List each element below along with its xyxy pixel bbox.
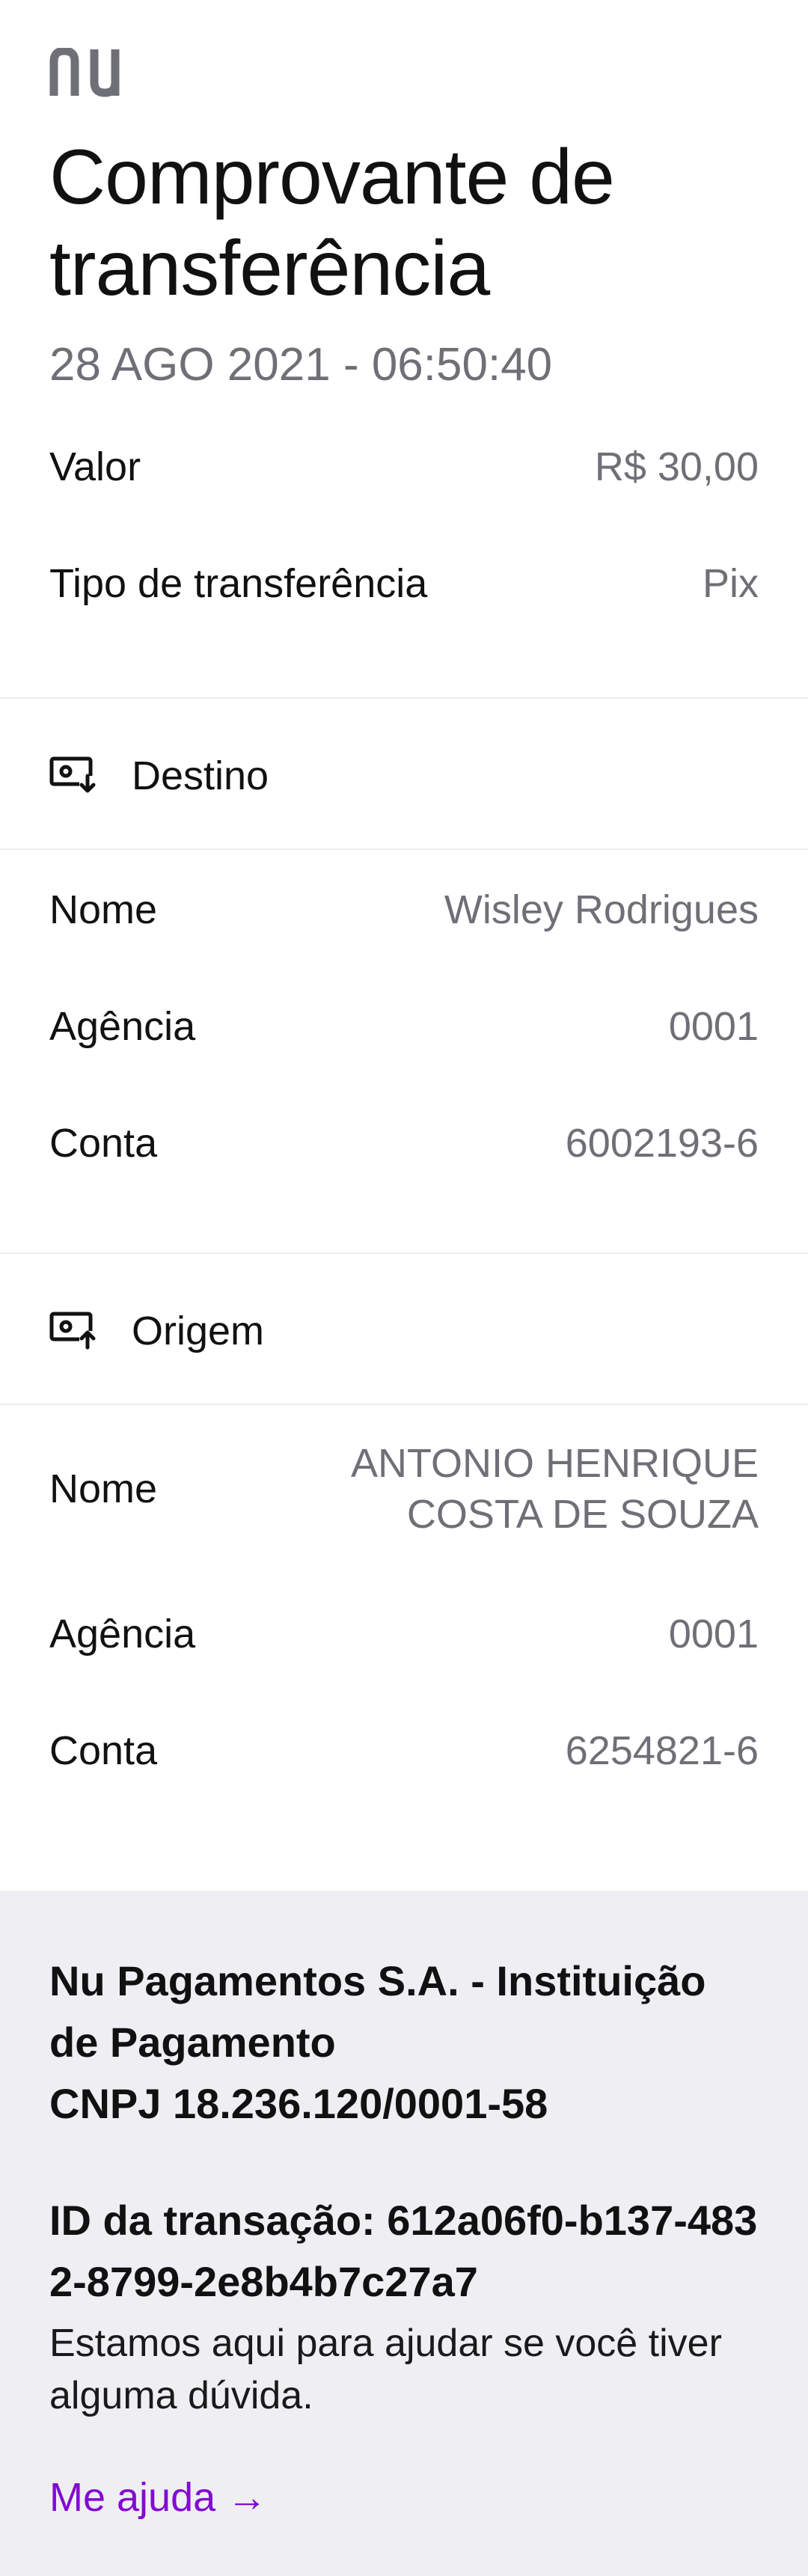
page-title: Comprovante de transferência: [49, 134, 615, 312]
origem-section-header: Origem: [49, 1308, 264, 1354]
transfer-type-row: Tipo de transferência Pix: [49, 558, 759, 609]
origem-name-row: Nome ANTONIO HENRIQUE COSTA DE SOUZA: [49, 1438, 759, 1540]
origem-name-value: ANTONIO HENRIQUE COSTA DE SOUZA: [351, 1438, 759, 1540]
company-name-line1: Nu Pagamentos S.A. - Instituição: [49, 1957, 706, 2004]
origem-agency-value: 0001: [668, 1612, 759, 1656]
destino-name-row: Nome Wisley Rodrigues: [49, 884, 759, 935]
nubank-logo: [49, 48, 120, 97]
origem-account-value: 6254821-6: [565, 1728, 759, 1773]
destino-account-label: Conta: [49, 1121, 158, 1166]
destino-account-value: 6002193-6: [565, 1121, 759, 1166]
help-text: Estamos aqui para ajudar se você tiver a…: [49, 2322, 722, 2417]
divider: [0, 848, 808, 850]
divider: [0, 1252, 808, 1254]
money-in-icon: [49, 756, 96, 794]
receipt-page: Comprovante de transferência 28 AGO 2021…: [0, 0, 808, 2576]
receipt-footer: Nu Pagamentos S.A. - Instituição de Paga…: [0, 1891, 808, 2576]
value-row: Valor R$ 30,00: [49, 441, 759, 492]
destino-agency-value: 0001: [668, 1004, 759, 1049]
transfer-type-value: Pix: [702, 561, 759, 606]
origem-agency-label: Agência: [49, 1612, 196, 1656]
destino-agency-row: Agência 0001: [49, 1001, 759, 1052]
transfer-type-label: Tipo de transferência: [49, 561, 428, 606]
origem-account-label: Conta: [49, 1728, 158, 1773]
transfer-datetime: 28 AGO 2021 - 06:50:40: [49, 339, 553, 391]
transaction-id: ID da transação: 612a06f0-b137-4832-8799…: [49, 2190, 768, 2313]
company-name-line2: de Pagamento: [49, 2019, 336, 2066]
origem-account-row: Conta 6254821-6: [49, 1725, 759, 1776]
destino-agency-label: Agência: [49, 1004, 196, 1049]
origem-name-label: Nome: [49, 1466, 158, 1511]
destino-account-row: Conta 6002193-6: [49, 1118, 759, 1169]
help-link[interactable]: Me ajuda →: [49, 2474, 267, 2521]
receipt-header: Comprovante de transferência 28 AGO 2021…: [0, 0, 808, 404]
destino-name-value: Wisley Rodrigues: [444, 887, 759, 932]
origem-name-line2: COSTA DE SOUZA: [406, 1492, 759, 1537]
value-label: Valor: [49, 444, 141, 489]
destino-section-header: Destino: [49, 753, 269, 799]
money-out-icon: [49, 1312, 96, 1350]
origem-name-line1: ANTONIO HENRIQUE: [350, 1441, 759, 1486]
divider: [0, 697, 808, 699]
origem-agency-row: Agência 0001: [49, 1609, 759, 1659]
company-info: Nu Pagamentos S.A. - Instituição de Paga…: [49, 1951, 768, 2135]
origem-title: Origem: [132, 1309, 265, 1353]
transaction-id-label: ID da transação:: [49, 2197, 388, 2244]
destino-title: Destino: [132, 753, 269, 798]
company-cnpj: CNPJ 18.236.120/0001-58: [49, 2080, 548, 2127]
destino-name-label: Nome: [49, 887, 158, 932]
value-amount: R$ 30,00: [594, 444, 759, 489]
divider: [0, 1404, 808, 1405]
